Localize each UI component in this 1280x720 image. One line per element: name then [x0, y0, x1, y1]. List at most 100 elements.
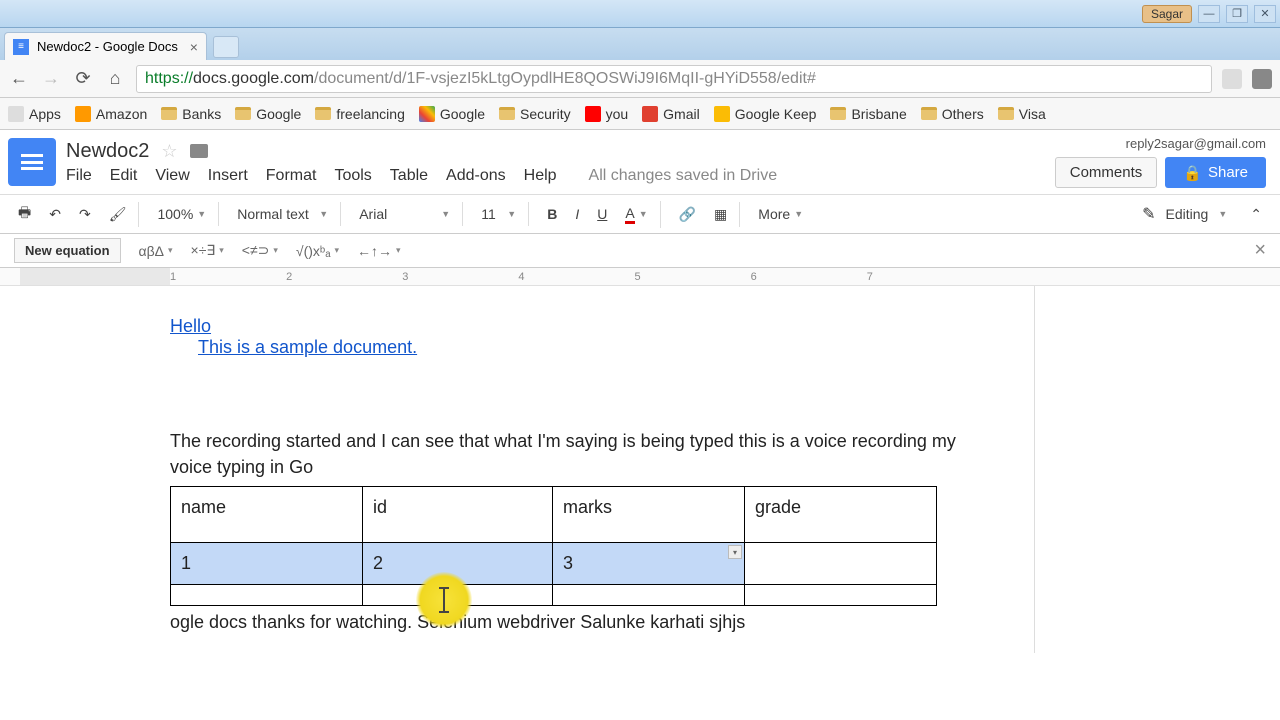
bookmark-keep[interactable]: Google Keep: [714, 106, 817, 122]
table-cell[interactable]: [745, 543, 937, 585]
bookmark-others[interactable]: Others: [921, 106, 984, 122]
bookmark-apps[interactable]: Apps: [8, 106, 61, 122]
menu-table[interactable]: Table: [390, 167, 428, 185]
document-title[interactable]: Newdoc2: [66, 140, 149, 163]
more-button[interactable]: More▼: [752, 202, 809, 226]
format-toolbar: 🖶 ↶ ↷ 🖌 100%▼ Normal text▼ Arial▼ 11▼ B …: [0, 194, 1280, 234]
google-icon: [419, 106, 435, 122]
ruler[interactable]: 1234567: [0, 268, 1280, 286]
close-window-button[interactable]: ✕: [1254, 5, 1276, 23]
eq-arrows[interactable]: ←↑→▾: [357, 243, 401, 259]
document-table[interactable]: name id marks grade 1 2 3▾: [170, 486, 937, 606]
pencil-icon: ✎: [1142, 204, 1155, 224]
menu-bar: File Edit View Insert Format Tools Table…: [66, 167, 1055, 185]
forward-button[interactable]: →: [40, 68, 62, 90]
star-icon[interactable]: ☆: [161, 141, 177, 162]
bookmark-google2[interactable]: Google: [419, 106, 485, 122]
table-cell[interactable]: [363, 585, 553, 606]
share-button[interactable]: 🔒Share: [1165, 157, 1266, 188]
paragraph[interactable]: The recording started and I can see that…: [170, 428, 994, 480]
table-cell[interactable]: id: [363, 487, 553, 543]
table-cell[interactable]: marks: [553, 487, 745, 543]
move-folder-icon[interactable]: [190, 144, 208, 158]
table-cell[interactable]: grade: [745, 487, 937, 543]
folder-icon: [998, 107, 1014, 120]
table-cell[interactable]: 1: [171, 543, 363, 585]
eq-rel[interactable]: <≠⊃▾: [242, 242, 278, 259]
table-cell[interactable]: [171, 585, 363, 606]
docs-favicon-icon: ≡: [13, 39, 29, 55]
table-cell[interactable]: 3▾: [553, 543, 745, 585]
undo-icon[interactable]: ↶: [43, 202, 67, 227]
apps-icon: [8, 106, 24, 122]
link-icon[interactable]: 🔗: [673, 202, 702, 227]
new-equation-button[interactable]: New equation: [14, 238, 121, 263]
menu-help[interactable]: Help: [524, 167, 557, 185]
bookmark-google[interactable]: Google: [235, 106, 301, 122]
collapse-icon[interactable]: ⌃: [1244, 202, 1268, 227]
eq-greek[interactable]: αβΔ▾: [139, 243, 173, 259]
reload-button[interactable]: ⟳: [72, 68, 94, 90]
home-button[interactable]: ⌂: [104, 68, 126, 90]
document-canvas: Hello This is a sample document. The rec…: [0, 286, 1280, 653]
fullscreen-icon[interactable]: [1222, 69, 1242, 89]
bookmark-visa[interactable]: Visa: [998, 106, 1046, 122]
comment-icon[interactable]: ▦: [708, 202, 740, 227]
italic-icon[interactable]: I: [569, 202, 585, 226]
redo-icon[interactable]: ↷: [73, 202, 97, 227]
font-select[interactable]: Arial▼: [353, 202, 463, 226]
bookmark-banks[interactable]: Banks: [161, 106, 221, 122]
bookmark-gmail[interactable]: Gmail: [642, 106, 700, 122]
extension-icon[interactable]: [1252, 69, 1272, 89]
eq-ops[interactable]: ×÷∃▾: [191, 242, 224, 259]
underline-icon[interactable]: U: [591, 202, 613, 226]
table-cell[interactable]: 2: [363, 543, 553, 585]
account-email[interactable]: reply2sagar@gmail.com: [1126, 136, 1266, 151]
paragraph[interactable]: ogle docs thanks for watching. Selenium …: [170, 612, 994, 633]
new-tab-button[interactable]: [213, 36, 239, 58]
hyperlink[interactable]: Hello: [170, 316, 211, 336]
keep-icon: [714, 106, 730, 122]
paint-format-icon[interactable]: 🖌: [103, 202, 140, 227]
table-cell[interactable]: [553, 585, 745, 606]
zoom-select[interactable]: 100%▼: [151, 202, 219, 226]
cell-dropdown-icon[interactable]: ▾: [728, 545, 742, 559]
menu-file[interactable]: File: [66, 167, 92, 185]
comments-button[interactable]: Comments: [1055, 157, 1158, 188]
bold-icon[interactable]: B: [541, 202, 563, 226]
bookmark-amazon[interactable]: Amazon: [75, 106, 147, 122]
mode-select[interactable]: ✎Editing▼: [1131, 199, 1238, 229]
menu-format[interactable]: Format: [266, 167, 317, 185]
close-eqbar-icon[interactable]: ×: [1254, 239, 1266, 262]
eq-math[interactable]: √()xᵇₐ▾: [296, 243, 339, 259]
hyperlink[interactable]: This is a sample document.: [198, 337, 417, 357]
menu-view[interactable]: View: [155, 167, 189, 185]
maximize-button[interactable]: ❐: [1226, 5, 1248, 23]
text-color-icon[interactable]: A▼: [619, 201, 660, 228]
bookmark-freelancing[interactable]: freelancing: [315, 106, 405, 122]
os-titlebar: Sagar — ❐ ✕: [0, 0, 1280, 28]
menu-edit[interactable]: Edit: [110, 167, 138, 185]
folder-icon: [161, 107, 177, 120]
menu-insert[interactable]: Insert: [208, 167, 248, 185]
bookmark-you[interactable]: you: [585, 106, 629, 122]
os-user-pill: Sagar: [1142, 5, 1192, 23]
page[interactable]: Hello This is a sample document. The rec…: [20, 286, 1035, 653]
table-cell[interactable]: [745, 585, 937, 606]
browser-tab[interactable]: ≡ Newdoc2 - Google Docs ×: [4, 32, 207, 60]
style-select[interactable]: Normal text▼: [231, 202, 341, 226]
tab-close-icon[interactable]: ×: [190, 39, 198, 55]
url-bar[interactable]: https://docs.google.com/document/d/1F-vs…: [136, 65, 1212, 93]
youtube-icon: [585, 106, 601, 122]
docs-logo-icon[interactable]: [8, 138, 56, 186]
print-icon[interactable]: 🖶: [12, 198, 37, 230]
back-button[interactable]: ←: [8, 68, 30, 90]
url-host: docs.google.com: [193, 70, 314, 88]
bookmark-brisbane[interactable]: Brisbane: [830, 106, 906, 122]
bookmark-security[interactable]: Security: [499, 106, 571, 122]
table-cell[interactable]: name: [171, 487, 363, 543]
menu-addons[interactable]: Add-ons: [446, 167, 506, 185]
fontsize-select[interactable]: 11▼: [475, 202, 529, 226]
menu-tools[interactable]: Tools: [334, 167, 371, 185]
minimize-button[interactable]: —: [1198, 5, 1220, 23]
